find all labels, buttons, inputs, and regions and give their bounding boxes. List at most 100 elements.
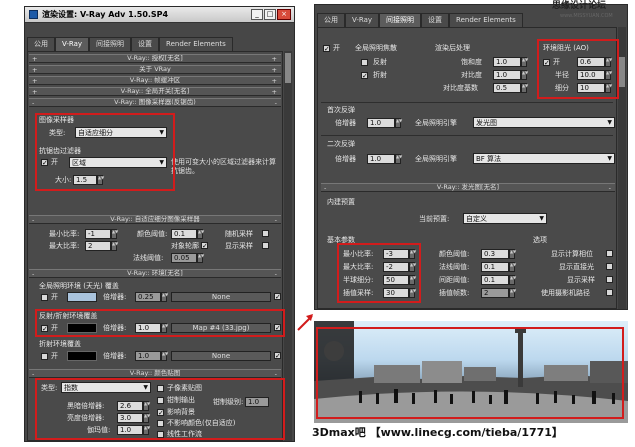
rollout-framebuffer[interactable]: + + V-Ray:: 帧缓冲区 — [29, 76, 281, 85]
nrm-thresh-label: 法线阈值: — [439, 263, 470, 271]
refr-env-mult-label: 倍增器: — [103, 352, 127, 360]
normal-thresh-input[interactable]: 0.05 — [171, 253, 197, 263]
normal-thresh-spinner[interactable]: ▲▼ — [197, 253, 204, 263]
nrm-thresh-spinner[interactable]: ▲▼ — [509, 262, 516, 272]
highlight-box-basic-params — [337, 243, 421, 303]
highlight-box-ao — [537, 39, 619, 99]
primary-mult-spinner[interactable]: ▲▼ — [395, 118, 402, 128]
right-tab-settings[interactable]: 设置 — [421, 13, 450, 27]
refr-env-mult-spinner[interactable]: ▲▼ — [161, 351, 168, 361]
opt-camera-path-checkbox[interactable] — [606, 289, 613, 296]
color-thresh-spinner[interactable]: ▲▼ — [197, 229, 204, 239]
minimize-button[interactable]: _ — [251, 9, 263, 20]
tab-render-elements[interactable]: Render Elements — [159, 37, 233, 51]
gi-env-mult-spinner[interactable]: ▲▼ — [161, 292, 168, 302]
contrast-input[interactable]: 1.0 — [493, 70, 521, 80]
secondary-engine-label: 全局照明引擎 — [415, 155, 457, 163]
tab-vray[interactable]: V-Ray — [55, 37, 90, 51]
tab-settings[interactable]: 设置 — [131, 37, 160, 51]
right-tab-indirect[interactable]: 间接照明 — [379, 13, 422, 27]
random-samples-checkbox[interactable] — [262, 230, 269, 237]
left-scrollbar[interactable] — [284, 51, 292, 441]
refr-env-map-button[interactable]: None — [171, 351, 271, 361]
dist-thresh-spinner[interactable]: ▲▼ — [509, 275, 516, 285]
primary-mult-input[interactable]: 1.0 — [367, 118, 395, 128]
maximize-button[interactable]: □ — [264, 9, 276, 20]
opt-show-samples-checkbox[interactable] — [606, 276, 613, 283]
opt-camera-path-label: 使用摄影机路径 — [541, 289, 590, 297]
right-tab-vray[interactable]: V-Ray — [345, 13, 380, 27]
show-samples-checkbox[interactable] — [262, 242, 269, 249]
secondary-engine-select[interactable]: BF 算法 ▼ — [473, 153, 615, 164]
primary-engine-select[interactable]: 发光图 ▼ — [473, 117, 615, 128]
current-preset-select[interactable]: 自定义 ▼ — [463, 213, 547, 224]
rollout-environment[interactable]: - - V-Ray:: 环境[无名] — [29, 269, 281, 278]
color-thresh-input[interactable]: 0.1 — [171, 229, 197, 239]
normal-thresh-label: 法线阈值: — [133, 254, 164, 262]
current-preset-label: 当前预置: — [419, 215, 450, 223]
primary-mult-label: 倍增器 — [335, 119, 356, 127]
refr-env-map-checkbox[interactable]: ✓ — [274, 352, 281, 360]
reflect-caustics-checkbox[interactable] — [361, 59, 368, 66]
opt-show-direct-label: 显示直接光 — [559, 263, 594, 271]
opt-show-calc-checkbox[interactable] — [606, 250, 613, 257]
rollout-irradiance-map[interactable]: - - V-Ray:: 发光图[无名] — [321, 183, 615, 192]
tab-common[interactable]: 公用 — [27, 37, 55, 51]
rollout-authorization[interactable]: + + V-Ray:: 授权[无名] — [29, 54, 281, 63]
right-scrollbar[interactable] — [618, 27, 626, 309]
refr-env-color-swatch[interactable] — [67, 351, 97, 361]
right-tab-common[interactable]: 公用 — [317, 13, 345, 27]
gi-env-checkbox[interactable] — [41, 294, 48, 301]
clr-thresh-spinner[interactable]: ▲▼ — [509, 249, 516, 259]
contrast-base-spinner[interactable]: ▲▼ — [521, 83, 528, 93]
builtin-presets-group-label: 内建预置 — [327, 198, 355, 206]
min-rate-spinner[interactable]: ▲▼ — [111, 229, 118, 239]
secondary-mult-spinner[interactable]: ▲▼ — [395, 154, 402, 164]
refr-env-mult-input[interactable]: 1.0 — [135, 351, 161, 361]
opt-show-samples-label: 显示采样 — [567, 276, 595, 284]
max-rate-input[interactable]: 2 — [85, 241, 111, 251]
min-rate-input[interactable]: -1 — [85, 229, 111, 239]
gi-caustics-group-label: 全局照明焦散 — [355, 44, 397, 52]
gi-env-on-label: 开 — [51, 293, 58, 301]
saturation-input[interactable]: 1.0 — [493, 57, 521, 67]
secondary-mult-input[interactable]: 1.0 — [367, 154, 395, 164]
clr-thresh-label: 颜色阈值: — [439, 250, 470, 258]
contrast-base-input[interactable]: 0.5 — [493, 83, 521, 93]
interp-frames-spinner[interactable]: ▲▼ — [509, 288, 516, 298]
gi-env-group-label: 全局照明环境 (天光) 覆盖 — [39, 282, 119, 290]
contrast-spinner[interactable]: ▲▼ — [521, 70, 528, 80]
close-button[interactable]: × — [277, 9, 291, 20]
gi-env-map-button[interactable]: None — [171, 292, 271, 302]
min-rate-label: 最小比率: — [49, 230, 80, 238]
saturation-spinner[interactable]: ▲▼ — [521, 57, 528, 67]
opt-show-direct-checkbox[interactable] — [606, 263, 613, 270]
gi-env-mult-input[interactable]: 0.25 — [135, 292, 161, 302]
post-processing-group-label: 渲染后处理 — [435, 44, 470, 52]
rollout-about[interactable]: + + 关于 VRay — [29, 65, 281, 74]
right-tab-render-elements[interactable]: Render Elements — [449, 13, 523, 27]
clr-thresh-input[interactable]: 0.3 — [481, 249, 509, 259]
random-samples-label: 随机采样 — [225, 230, 253, 238]
app-icon — [29, 10, 38, 19]
rollout-image-sampler[interactable]: - - V-Ray:: 图像采样器(反锯齿) — [29, 98, 281, 107]
render-settings-left-window: 渲染设置: V-Ray Adv 1.50.SP4 _ □ × 公用 V-Ray … — [24, 6, 295, 442]
refract-caustics-checkbox[interactable]: ✓ — [361, 72, 368, 80]
interp-frames-input[interactable]: 2 — [481, 288, 509, 298]
rollout-color-mapping[interactable]: - - V-Ray:: 颜色贴图 — [29, 369, 281, 378]
gi-on-checkbox[interactable]: ✓ — [323, 45, 330, 53]
gi-env-color-swatch[interactable] — [67, 292, 97, 302]
object-outline-checkbox[interactable]: ✓ — [201, 242, 208, 250]
max-rate-spinner[interactable]: ▲▼ — [111, 241, 118, 251]
gi-env-map-checkbox[interactable]: ✓ — [274, 293, 281, 301]
dist-thresh-input[interactable]: 0.1 — [481, 275, 509, 285]
rollout-adaptive-subdivision[interactable]: - - V-Ray:: 自适应细分图像采样器 — [29, 215, 281, 224]
nrm-thresh-input[interactable]: 0.1 — [481, 262, 509, 272]
tab-indirect[interactable]: 间接照明 — [89, 37, 132, 51]
gi-env-mult-label: 倍增器: — [103, 293, 127, 301]
reflect-caustics-label: 反射 — [373, 58, 387, 66]
rollout-global-switches[interactable]: + + V-Ray:: 全局开关[无名] — [29, 87, 281, 96]
options-group-label: 选项 — [533, 236, 547, 244]
separator — [321, 135, 613, 136]
refr-env-checkbox[interactable] — [41, 353, 48, 360]
